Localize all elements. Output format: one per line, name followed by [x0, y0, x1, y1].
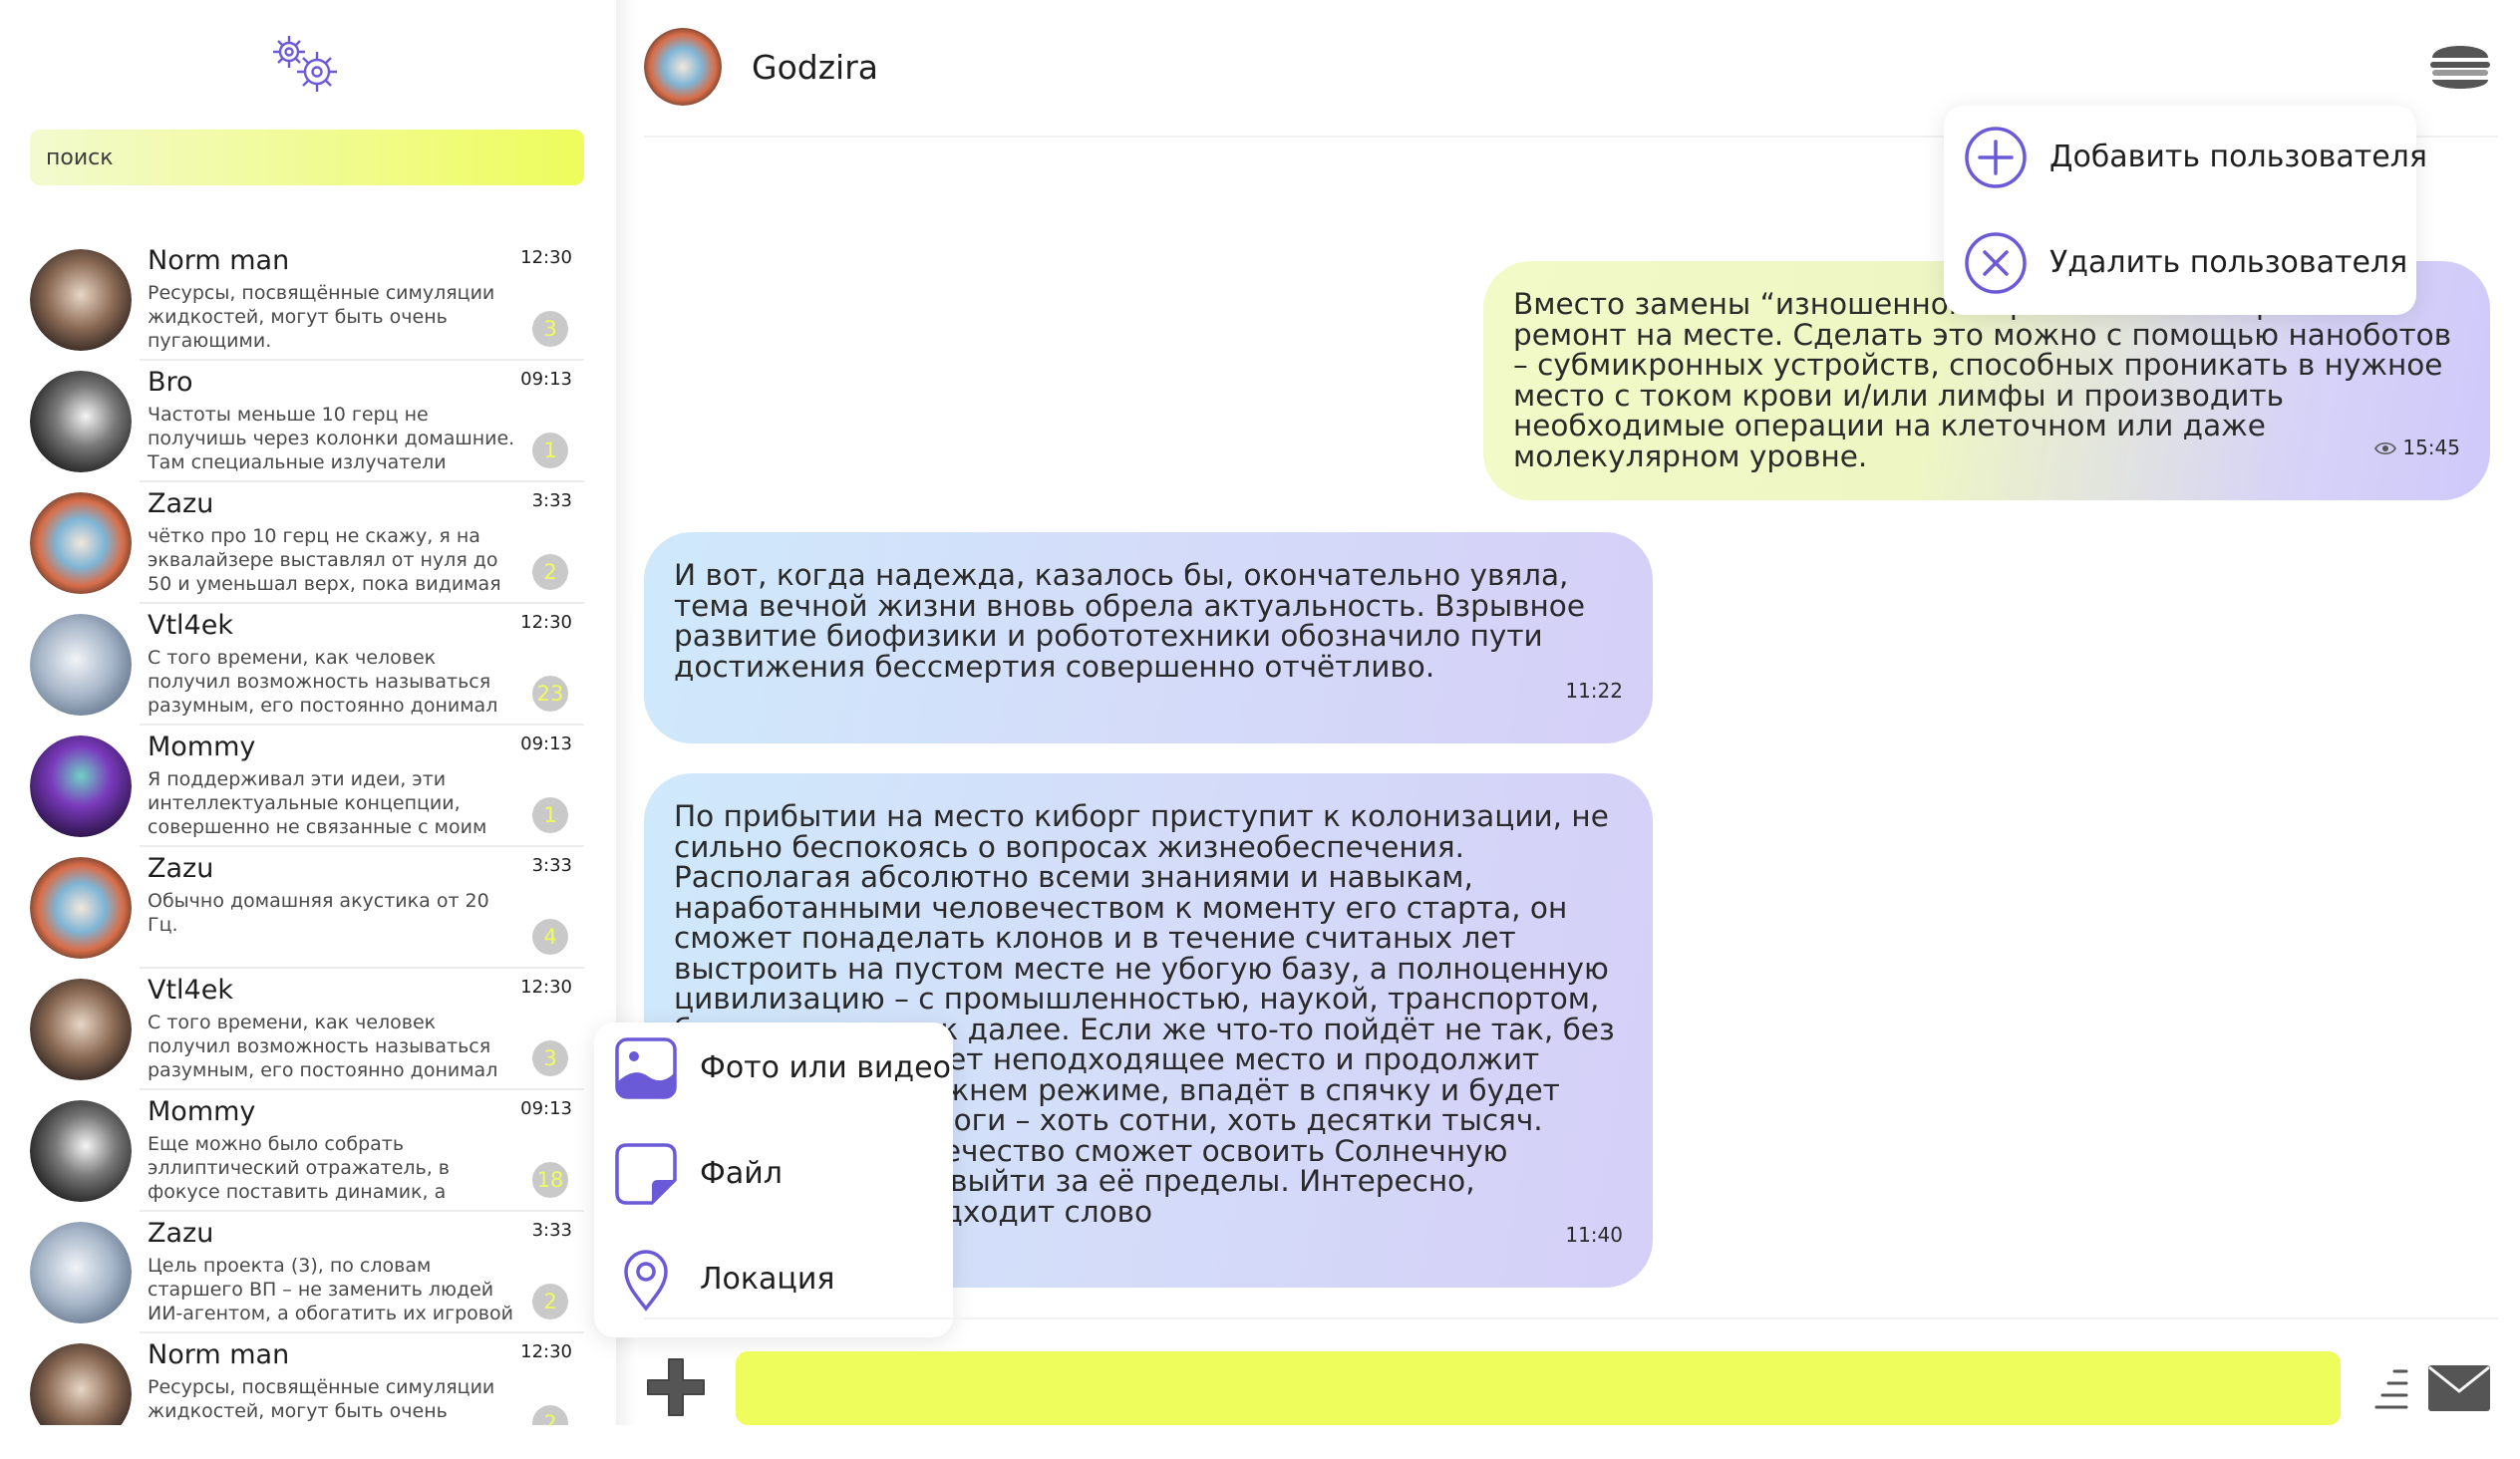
unread-badge: 2 — [532, 554, 568, 590]
add-circle-icon — [1965, 127, 2027, 188]
message-incoming[interactable]: И вот, когда надежда, казалось бы, оконч… — [644, 532, 1653, 743]
remove-user-button[interactable]: Удалить пользователя — [1944, 217, 2416, 307]
chat-list: Norm man Ресурсы, посвящённые симуляции … — [0, 239, 616, 1425]
chat-name: Bro — [148, 367, 193, 398]
contact-name: Godzira — [752, 48, 878, 87]
remove-circle-icon — [1965, 232, 2027, 294]
message-text: Вместо замены “изношенного органа” можно… — [1513, 287, 2452, 473]
avatar — [30, 979, 132, 1080]
chat-item[interactable]: Mommy Я поддерживал эти идеи, эти интелл… — [30, 726, 584, 847]
chat-time: 09:13 — [520, 369, 572, 390]
avatar[interactable] — [644, 28, 722, 106]
file-icon — [615, 1143, 677, 1205]
chat-preview: Ресурсы, посвящённые симуляции жидкостей… — [148, 1376, 495, 1422]
chat-name: Zazu — [148, 488, 214, 519]
location-pin-icon — [624, 1250, 668, 1312]
unread-badge: 1 — [532, 797, 568, 833]
user-actions-menu: Добавить пользователя Удалить пользовате… — [1944, 106, 2427, 315]
add-user-button[interactable]: Добавить пользователя — [1944, 112, 2427, 201]
avatar — [30, 1343, 132, 1425]
chat-name: Vtl4ek — [148, 610, 233, 641]
menu-label: Фото или видео — [700, 1050, 951, 1085]
avatar — [30, 614, 132, 716]
unread-badge: 2 — [532, 1405, 568, 1425]
unread-badge: 3 — [532, 1040, 568, 1076]
composer-divider — [644, 1317, 2498, 1319]
attach-file[interactable]: Файл — [594, 1128, 953, 1218]
chat-name: Norm man — [148, 1339, 290, 1370]
chat-item[interactable]: Norm man Ресурсы, посвящённые симуляции … — [30, 239, 584, 361]
chat-item[interactable]: Zazu Обычно домашняя акустика от 20 Гц. … — [30, 847, 584, 969]
chat-preview: Еще можно было собрать эллиптический отр… — [148, 1133, 451, 1203]
unread-badge: 3 — [532, 311, 568, 347]
chat-preview: чётко про 10 герц не скажу, я на эквалай… — [148, 525, 501, 595]
chat-preview: Частоты меньше 10 герц не получишь через… — [148, 404, 515, 473]
message-input[interactable] — [736, 1351, 2341, 1425]
message-text: И вот, когда надежда, казалось бы, оконч… — [674, 558, 1586, 684]
unread-badge: 23 — [532, 676, 568, 712]
chat-time: 12:30 — [520, 247, 572, 268]
bottom-edge — [0, 1425, 2520, 1459]
attach-photo-video[interactable]: Фото или видео — [594, 1022, 953, 1112]
chat-item[interactable]: Mommy Еще можно было собрать эллиптическ… — [30, 1090, 584, 1212]
chat-item[interactable]: Vtl4ek С того времени, как человек получ… — [30, 969, 584, 1090]
menu-label: Удалить пользователя — [2049, 245, 2408, 280]
avatar — [30, 1100, 132, 1202]
unread-badge: 2 — [532, 1284, 568, 1319]
chat-preview: Цель проекта (3), по словам старшего ВП … — [148, 1255, 513, 1324]
chat-time: 12:30 — [520, 977, 572, 998]
search-input[interactable] — [30, 130, 584, 185]
message-time: 11:40 — [1565, 1222, 1623, 1247]
chat-name: Zazu — [148, 1218, 214, 1249]
plus-icon[interactable] — [644, 1355, 708, 1419]
chat-preview: С того времени, как человек получил возм… — [148, 1012, 498, 1081]
chat-time: 3:33 — [531, 855, 572, 876]
chat-preview: С того времени, как человек получил возм… — [148, 647, 498, 717]
eye-icon — [2374, 441, 2397, 454]
chat-time: 12:30 — [520, 612, 572, 633]
menu-label: Добавить пользователя — [2049, 140, 2427, 174]
chat-name: Mommy — [148, 1096, 256, 1127]
chat-item[interactable]: Zazu Цель проекта (3), по словам старшег… — [30, 1212, 584, 1333]
sidebar: Norm man Ресурсы, посвящённые симуляции … — [0, 0, 616, 1459]
menu-label: Файл — [700, 1156, 783, 1191]
list-icon[interactable] — [2372, 1365, 2412, 1413]
menu-label: Локация — [700, 1262, 835, 1297]
chat-name: Mommy — [148, 731, 256, 762]
chat-name: Zazu — [148, 853, 214, 884]
chat-time: 09:13 — [520, 733, 572, 754]
envelope-icon[interactable] — [2426, 1363, 2492, 1413]
attach-location[interactable]: Локация — [594, 1234, 953, 1323]
chat-time: 09:13 — [520, 1098, 572, 1119]
message-time-value: 15:45 — [2402, 435, 2460, 459]
attach-menu: Фото или видео Файл Локация — [594, 1022, 953, 1337]
chat-name: Vtl4ek — [148, 975, 233, 1006]
message-time: 11:22 — [1565, 678, 1623, 703]
avatar — [30, 1222, 132, 1323]
avatar — [30, 249, 132, 351]
avatar — [30, 735, 132, 837]
chat-item[interactable]: Zazu чётко про 10 герц не скажу, я на эк… — [30, 482, 584, 604]
chat-time: 3:33 — [531, 1220, 572, 1241]
gears-icon[interactable] — [261, 30, 349, 96]
unread-badge: 4 — [532, 919, 568, 955]
chat-time: 3:33 — [531, 490, 572, 511]
chat-item[interactable]: Vtl4ek С того времени, как человек получ… — [30, 604, 584, 726]
image-icon — [615, 1037, 677, 1099]
search-field[interactable] — [30, 130, 584, 185]
message-time: 15:45 — [2374, 433, 2460, 463]
avatar — [30, 371, 132, 472]
chat-preview: Обычно домашняя акустика от 20 Гц. — [148, 890, 489, 936]
chat-time: 12:30 — [520, 1341, 572, 1362]
chat-item[interactable]: Bro Частоты меньше 10 герц не получишь ч… — [30, 361, 584, 482]
burger-icon[interactable] — [2426, 36, 2494, 98]
avatar — [30, 492, 132, 594]
chat-item[interactable]: Norm man Ресурсы, посвящённые симуляции … — [30, 1333, 584, 1425]
chat-preview: Ресурсы, посвящённые симуляции жидкостей… — [148, 282, 495, 352]
chat-name: Norm man — [148, 245, 290, 276]
unread-badge: 18 — [532, 1162, 568, 1198]
unread-badge: 1 — [532, 433, 568, 468]
chat-preview: Я поддерживал эти идеи, эти интеллектуал… — [148, 768, 487, 838]
avatar — [30, 857, 132, 959]
